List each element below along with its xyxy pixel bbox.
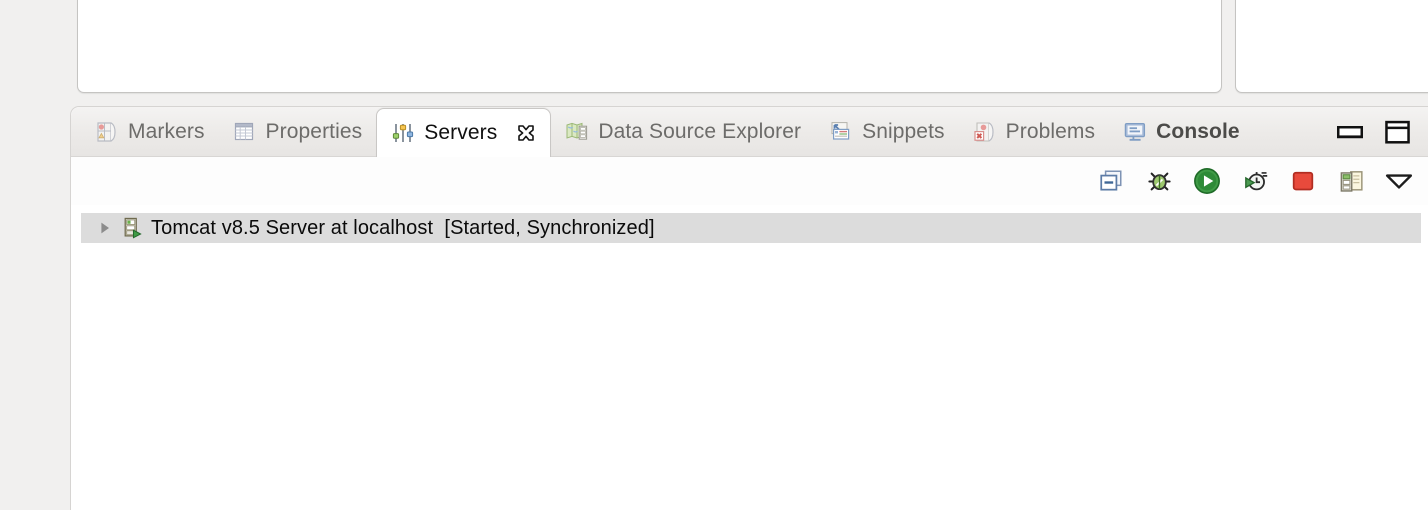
snippets-icon	[829, 120, 853, 144]
stop-square-icon[interactable]	[1288, 166, 1318, 196]
view-window-buttons	[1337, 107, 1410, 157]
maximize-icon[interactable]	[1385, 120, 1410, 145]
tab-label: Servers	[424, 120, 498, 144]
servers-sliders-icon	[391, 121, 415, 145]
profile-clock-icon[interactable]	[1240, 166, 1270, 196]
publish-icon[interactable]	[1336, 166, 1366, 196]
editor-panel-main	[77, 0, 1222, 93]
tab-problems[interactable]: Problems	[959, 107, 1110, 157]
new-server-icon[interactable]	[1096, 166, 1126, 196]
view-tab-bar: Markers Properties Servers Data Source E…	[71, 107, 1428, 157]
close-icon[interactable]	[516, 123, 536, 143]
servers-view-toolbar	[71, 157, 1428, 205]
tab-label: Console	[1156, 119, 1240, 143]
eclipse-window: Markers Properties Servers Data Source E…	[0, 0, 1428, 510]
tab-label: Markers	[128, 119, 205, 143]
debug-bug-icon[interactable]	[1144, 166, 1174, 196]
properties-table-icon	[233, 120, 257, 144]
view-menu-chevron-icon[interactable]	[1384, 166, 1414, 196]
servers-tree: Tomcat v8.5 Server at localhost [Started…	[71, 205, 1428, 510]
editor-area	[0, 0, 1428, 100]
minimize-icon[interactable]	[1337, 125, 1363, 139]
problems-icon	[973, 120, 997, 144]
markers-icon	[95, 120, 119, 144]
tab-label: Properties	[265, 119, 363, 143]
start-play-icon[interactable]	[1192, 166, 1222, 196]
data-source-explorer-icon	[565, 120, 589, 144]
tab-snippets[interactable]: Snippets	[815, 107, 959, 157]
tab-servers[interactable]: Servers	[376, 107, 552, 157]
tab-label: Snippets	[862, 119, 945, 143]
tab-console[interactable]: Console	[1109, 107, 1254, 157]
server-row-label: Tomcat v8.5 Server at localhost [Started…	[151, 216, 655, 239]
left-gutter	[0, 106, 70, 510]
editor-panel-right	[1235, 0, 1428, 93]
tab-markers[interactable]: Markers	[81, 107, 219, 157]
tab-label: Data Source Explorer	[598, 119, 802, 143]
bottom-view-stack: Markers Properties Servers Data Source E…	[70, 106, 1428, 510]
tab-data-source-explorer[interactable]: Data Source Explorer	[551, 107, 815, 157]
chevron-right-icon[interactable]	[97, 220, 113, 236]
table-row[interactable]: Tomcat v8.5 Server at localhost [Started…	[81, 213, 1421, 243]
tab-label: Problems	[1005, 119, 1096, 143]
console-monitor-icon	[1123, 120, 1147, 144]
tomcat-server-icon	[121, 217, 143, 239]
tab-properties[interactable]: Properties	[219, 107, 377, 157]
